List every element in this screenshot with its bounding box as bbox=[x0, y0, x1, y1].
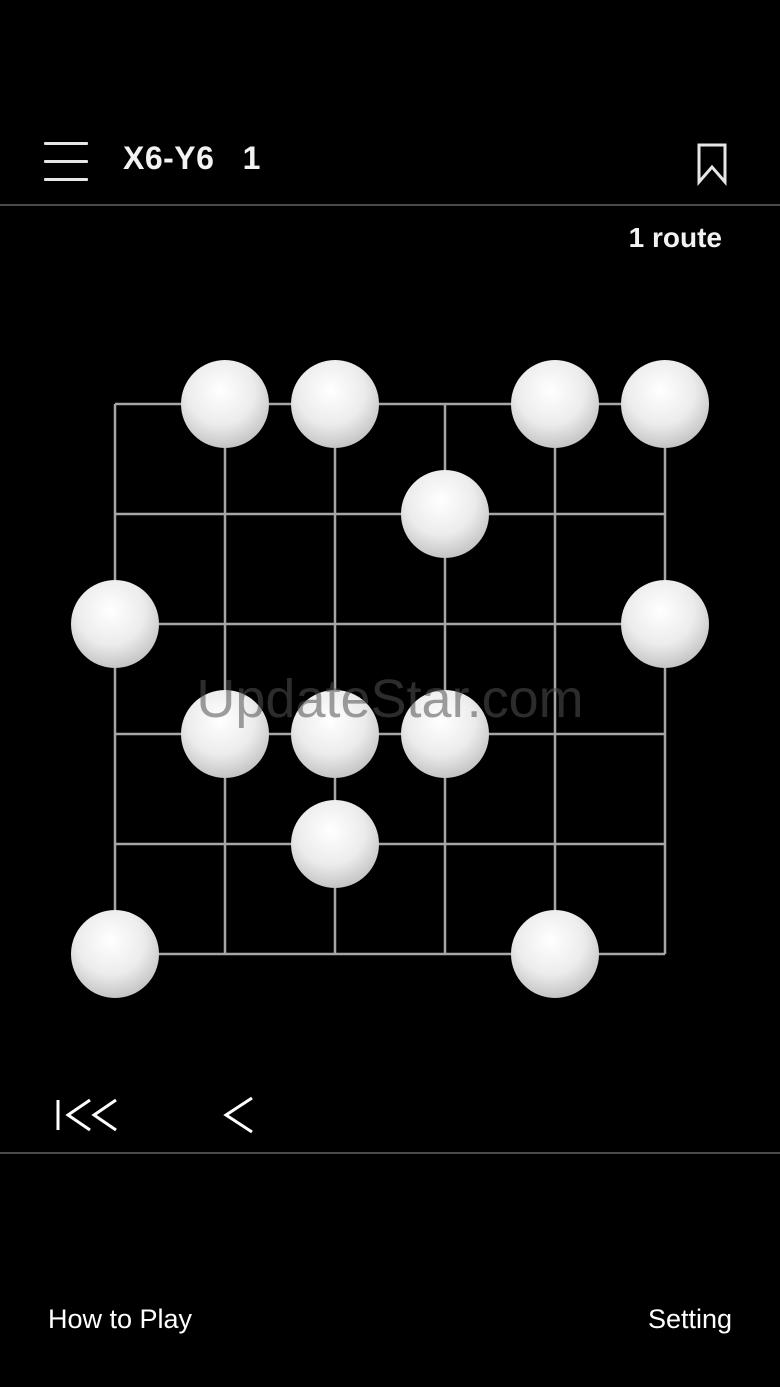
board-stones bbox=[71, 360, 709, 998]
route-count: 1 route bbox=[628, 222, 722, 253]
board-stone[interactable] bbox=[291, 690, 379, 778]
board-stone[interactable] bbox=[401, 470, 489, 558]
board-stone[interactable] bbox=[181, 360, 269, 448]
puzzle-title: X6-Y6 1 bbox=[123, 140, 261, 176]
board-stone[interactable] bbox=[181, 690, 269, 778]
header-bar: X6-Y6 1 bbox=[0, 120, 780, 205]
how-to-play-button[interactable]: How to Play bbox=[48, 1304, 192, 1335]
board-stone[interactable] bbox=[71, 910, 159, 998]
board-stone[interactable] bbox=[621, 580, 709, 668]
board-grid bbox=[113, 402, 667, 956]
board-stone[interactable] bbox=[511, 910, 599, 998]
game-board bbox=[71, 360, 709, 998]
board-stone[interactable] bbox=[621, 360, 709, 448]
bookmark-icon[interactable] bbox=[694, 142, 730, 186]
board-stone[interactable] bbox=[291, 800, 379, 888]
setting-button[interactable]: Setting bbox=[648, 1304, 732, 1335]
first-move-icon[interactable] bbox=[52, 1092, 122, 1138]
hamburger-menu-icon[interactable] bbox=[42, 140, 90, 184]
board-stone[interactable] bbox=[71, 580, 159, 668]
board-stone[interactable] bbox=[291, 360, 379, 448]
board-stone[interactable] bbox=[401, 690, 489, 778]
board-stone[interactable] bbox=[511, 360, 599, 448]
controls-divider bbox=[0, 1152, 780, 1154]
header-divider bbox=[0, 204, 780, 206]
previous-move-icon[interactable] bbox=[218, 1092, 258, 1138]
